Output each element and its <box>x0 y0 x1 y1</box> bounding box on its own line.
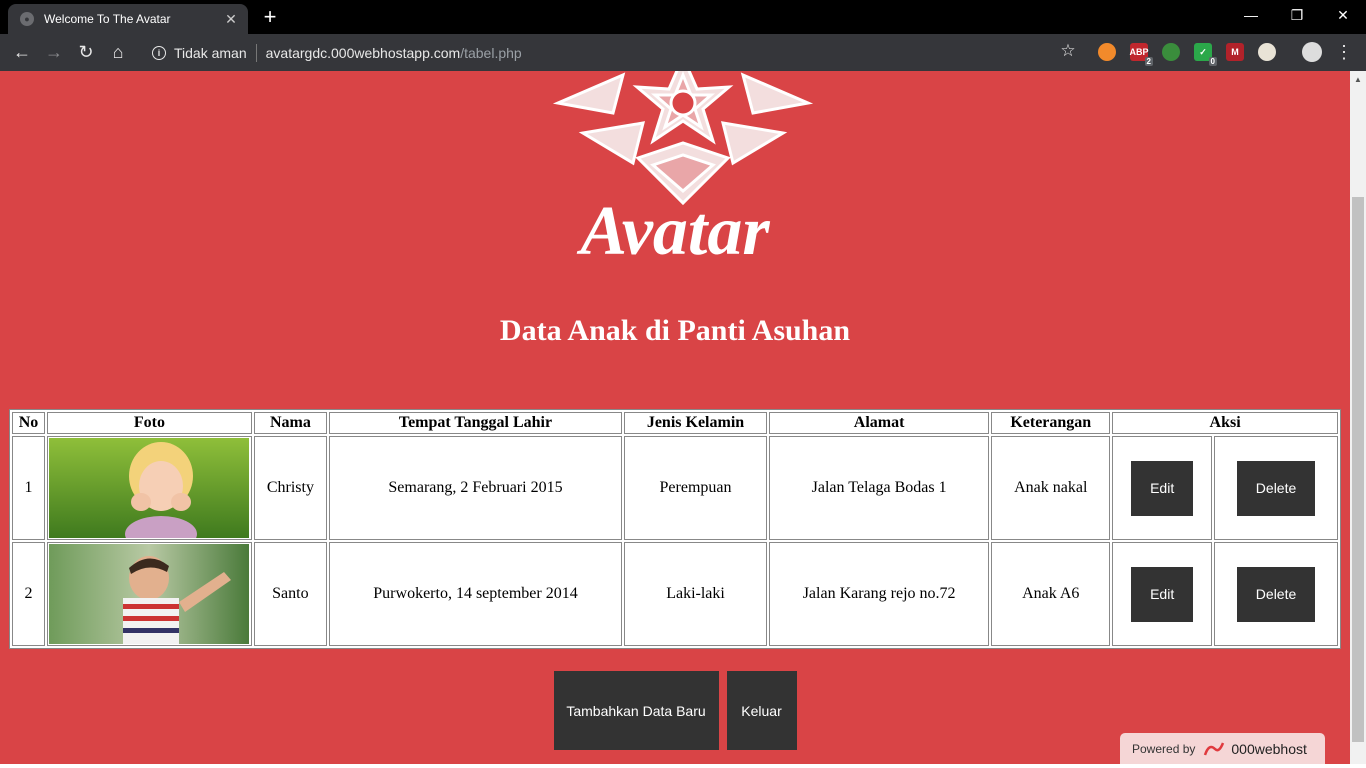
table-header-row: No Foto Nama Tempat Tanggal Lahir Jenis … <box>12 412 1338 434</box>
child-photo-boy <box>49 544 250 644</box>
close-window-icon[interactable]: ✕ <box>1320 0 1366 30</box>
new-tab-button[interactable]: + <box>258 4 282 29</box>
header-alamat: Alamat <box>768 412 990 434</box>
cell-delete: Delete <box>1214 542 1338 646</box>
cell-ttl: Purwokerto, 14 september 2014 <box>328 542 623 646</box>
page-content: Avatar Data Anak di Panti Asuhan No Foto… <box>0 71 1350 764</box>
header-foto: Foto <box>46 412 252 434</box>
powered-by-label: Powered by <box>1132 741 1196 756</box>
browser-tab-strip: ● Welcome To The Avatar ✕ + — ❐ ✕ <box>0 0 1366 34</box>
omnibox-divider <box>255 43 257 62</box>
children-table: No Foto Nama Tempat Tanggal Lahir Jenis … <box>9 409 1341 649</box>
restore-icon[interactable]: ❐ <box>1274 0 1320 30</box>
cell-keterangan: Anak A6 <box>991 542 1111 646</box>
adblock-badge: 2 <box>1144 57 1153 66</box>
scrollbar-thumb[interactable] <box>1352 197 1364 742</box>
cell-edit: Edit <box>1112 436 1213 540</box>
powered-by-badge[interactable]: Powered by 000webhost <box>1120 733 1325 764</box>
url-host: avatargdc.000webhostapp.com <box>265 44 461 61</box>
extension-m-icon[interactable]: M <box>1226 43 1244 61</box>
menu-dots-icon[interactable]: ⋮ <box>1335 40 1353 64</box>
window-bottom-edge <box>0 764 1366 768</box>
cell-nama: Santo <box>253 542 327 646</box>
minimize-icon[interactable]: — <box>1228 0 1274 30</box>
home-icon[interactable]: ⌂ <box>102 37 134 69</box>
security-label: Tidak aman <box>174 44 247 61</box>
cell-alamat: Jalan Telaga Bodas 1 <box>768 436 990 540</box>
table-row: 1 Christy Semarang, 2 Februari 2015 Pere… <box>12 436 1338 540</box>
close-tab-icon[interactable]: ✕ <box>220 8 242 30</box>
cell-nama: Christy <box>253 436 327 540</box>
adblock-icon[interactable]: ABP 2 <box>1130 43 1153 66</box>
address-bar[interactable]: i Tidak aman avatargdc.000webhostapp.com… <box>140 37 1090 68</box>
header-nama: Nama <box>253 412 327 434</box>
logout-button[interactable]: Keluar <box>726 671 797 750</box>
avatar-logo: Avatar <box>552 71 814 266</box>
header-keterangan: Keterangan <box>991 412 1111 434</box>
extension-pill-icon[interactable] <box>1258 43 1276 61</box>
profile-avatar[interactable] <box>1302 42 1322 62</box>
edit-button[interactable]: Edit <box>1131 460 1194 516</box>
cell-alamat: Jalan Karang rejo no.72 <box>768 542 990 646</box>
table-row: 2 Santo Purwokerto, 14 september 2014 La… <box>12 542 1338 646</box>
back-icon[interactable]: ← <box>6 37 38 69</box>
shield-badge: 0 <box>1208 57 1217 66</box>
add-data-button[interactable]: Tambahkan Data Baru <box>553 671 719 750</box>
forward-icon[interactable]: → <box>38 37 70 69</box>
browser-tab[interactable]: ● Welcome To The Avatar ✕ <box>8 4 248 34</box>
header-jenis-kelamin: Jenis Kelamin <box>624 412 767 434</box>
cell-foto <box>46 436 252 540</box>
header-ttl: Tempat Tanggal Lahir <box>328 412 623 434</box>
logo-text: Avatar <box>576 193 770 266</box>
edit-button[interactable]: Edit <box>1131 566 1194 622</box>
url-path: /tabel.php <box>460 44 522 61</box>
cell-no: 1 <box>12 436 45 540</box>
bookmark-star-icon[interactable]: ☆ <box>1056 39 1080 63</box>
child-photo-girl <box>49 438 250 538</box>
header-no: No <box>12 412 45 434</box>
shield-check-icon[interactable]: ✓ 0 <box>1194 43 1217 66</box>
cell-ttl: Semarang, 2 Februari 2015 <box>328 436 623 540</box>
page-scrollbar[interactable]: ▲ <box>1350 71 1366 764</box>
scroll-up-icon[interactable]: ▲ <box>1350 71 1366 87</box>
tab-title: Welcome To The Avatar <box>44 12 171 26</box>
webhost-logo-icon <box>1204 742 1225 755</box>
powered-brand: 000webhost <box>1231 740 1307 757</box>
header-aksi: Aksi <box>1112 412 1338 434</box>
globe-icon: ● <box>20 12 34 26</box>
info-icon[interactable]: i <box>152 45 166 60</box>
extension-fox-icon[interactable] <box>1098 43 1116 61</box>
cell-no: 2 <box>12 542 45 646</box>
cell-foto <box>46 542 252 646</box>
extension-color-icon[interactable] <box>1162 43 1180 61</box>
delete-button[interactable]: Delete <box>1237 566 1316 622</box>
cell-jenis-kelamin: Laki-laki <box>624 542 767 646</box>
cell-delete: Delete <box>1214 436 1338 540</box>
delete-button[interactable]: Delete <box>1237 460 1316 516</box>
cell-edit: Edit <box>1112 542 1213 646</box>
reload-icon[interactable]: ↻ <box>70 37 102 69</box>
cell-keterangan: Anak nakal <box>991 436 1111 540</box>
page-title: Data Anak di Panti Asuhan <box>499 314 851 347</box>
cell-jenis-kelamin: Perempuan <box>624 436 767 540</box>
